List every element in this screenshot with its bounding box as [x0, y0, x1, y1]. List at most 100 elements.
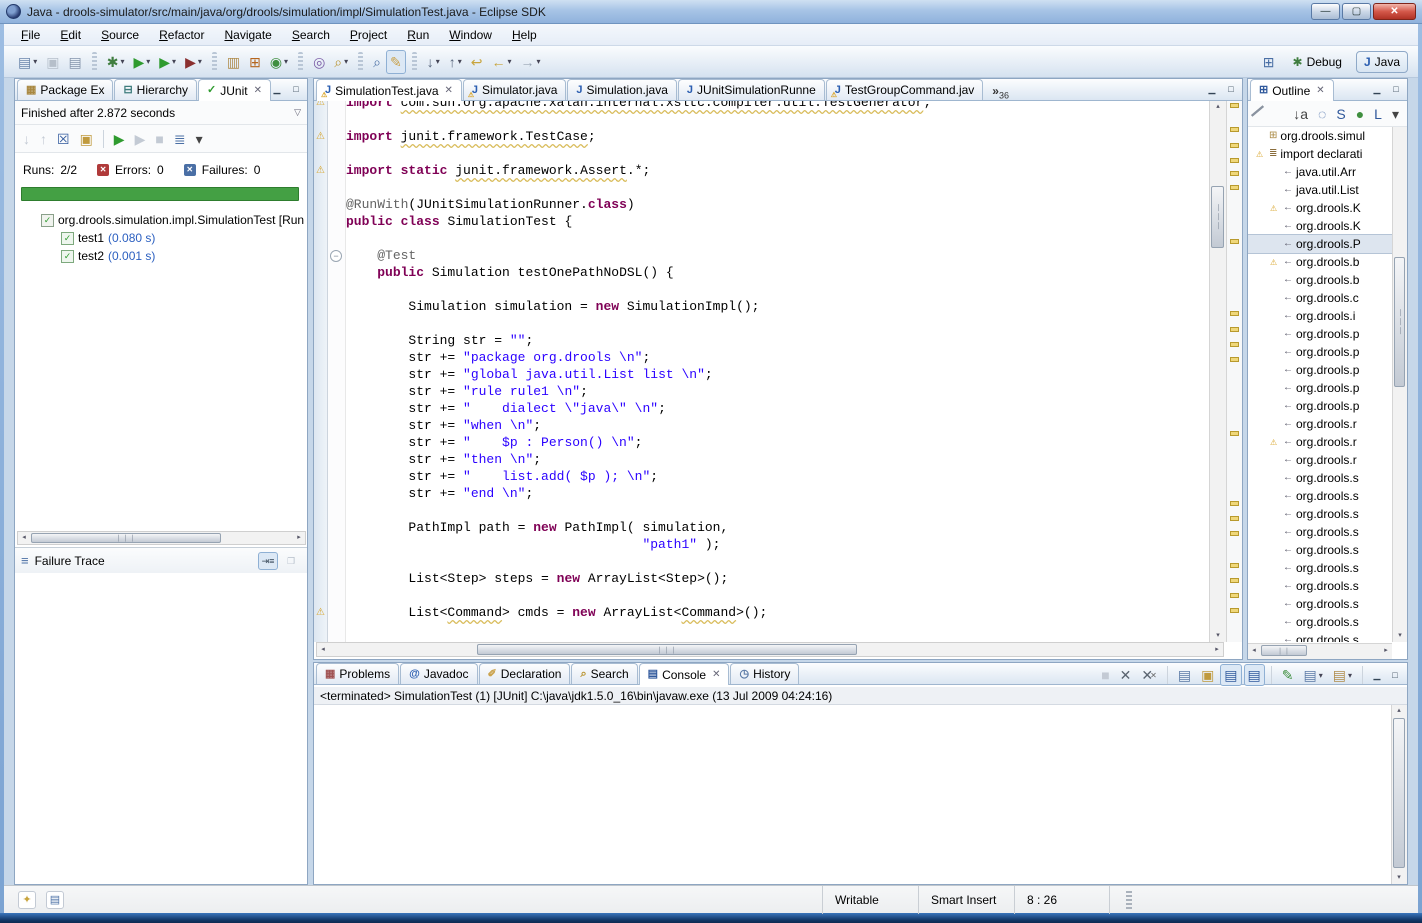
code-line[interactable]: @RunWith(JUnitSimulationRunner.class)	[346, 196, 1209, 213]
outline-item[interactable]: ←org.drools.r	[1248, 451, 1392, 469]
outline-item[interactable]: ←java.util.Arr	[1248, 163, 1392, 181]
outline-item[interactable]: ←org.drools.p	[1248, 361, 1392, 379]
new-task-icon[interactable]: ✦	[18, 891, 36, 909]
tab-console[interactable]: ▤Console✕	[639, 663, 730, 685]
dropdown-arrow-icon[interactable]: ▾	[1319, 671, 1323, 680]
scrollbar-thumb[interactable]: ❘❘❘	[1394, 257, 1405, 387]
tab-search[interactable]: ⌕Search	[571, 663, 637, 684]
tab-junit[interactable]: ✓JUnit✕	[198, 79, 271, 101]
outline-item[interactable]: ←org.drools.s	[1248, 469, 1392, 487]
scroll-right-icon[interactable]: ▸	[1380, 645, 1392, 657]
scroll-down-icon[interactable]: ▾	[1394, 630, 1406, 642]
warning-overview-mark[interactable]	[1230, 158, 1239, 163]
menu-project[interactable]: Project	[341, 26, 396, 44]
scroll-left-icon[interactable]: ◂	[18, 532, 30, 544]
dropdown-arrow-icon[interactable]: ▾	[120, 57, 124, 66]
warning-marker-icon[interactable]: ⚠	[314, 607, 327, 618]
outline-item[interactable]: ←org.drools.s	[1248, 541, 1392, 559]
next-annotation-button[interactable]: ↓▾	[423, 50, 444, 74]
warning-overview-mark[interactable]	[1230, 342, 1239, 347]
more-tabs-chevron[interactable]: »36	[992, 84, 1009, 100]
tab-hierarchy[interactable]: ⊟Hierarchy	[114, 79, 197, 100]
warning-overview-mark[interactable]	[1230, 531, 1239, 536]
remove-all-terminated-button[interactable]: ✕✕	[1137, 664, 1160, 686]
maximize-view-icon[interactable]: □	[1388, 82, 1404, 96]
dropdown-arrow-icon[interactable]: ▾	[537, 57, 541, 66]
code-line[interactable]: str += "then \n";	[346, 451, 1209, 468]
code-line[interactable]: str += "package org.drools \n";	[346, 349, 1209, 366]
code-line[interactable]	[346, 145, 1209, 162]
outline-item[interactable]: ←org.drools.K	[1248, 217, 1392, 235]
scroll-right-icon[interactable]: ▸	[293, 532, 305, 544]
code-line[interactable]: str += "when \n";	[346, 417, 1209, 434]
minimize-view-icon[interactable]: ▁	[1204, 82, 1220, 96]
outline-item[interactable]: ←org.drools.p	[1248, 325, 1392, 343]
rerun-test-button[interactable]: ▶	[110, 128, 129, 150]
console-vscrollbar[interactable]: ▴ ▾	[1391, 705, 1407, 884]
outline-view-menu-button[interactable]: ▾	[1388, 103, 1403, 125]
outline-item[interactable]: ←org.drools.s	[1248, 559, 1392, 577]
last-edit-location-button[interactable]: ↩	[467, 50, 487, 74]
code-line[interactable]	[346, 179, 1209, 196]
folding-gutter[interactable]: −	[328, 101, 346, 642]
code-line[interactable]	[346, 502, 1209, 519]
dropdown-arrow-icon[interactable]: ▾	[1348, 671, 1352, 680]
code-line[interactable]: str += " $p : Person() \n";	[346, 434, 1209, 451]
outline-item[interactable]: ←org.drools.s	[1248, 595, 1392, 613]
show-failures-only-button[interactable]: ☒	[53, 128, 74, 150]
open-type-button[interactable]: ◎	[309, 50, 329, 74]
code-line[interactable]: @Test	[346, 247, 1209, 264]
open-console-button[interactable]: ▤▾	[1329, 664, 1356, 686]
menu-edit[interactable]: Edit	[51, 26, 90, 44]
editor-hscrollbar[interactable]: ◂ ▸ ❘❘❘	[316, 642, 1224, 657]
junit-tree-hscrollbar[interactable]: ◂ ▸ ❘❘❘	[17, 531, 306, 545]
outline-item[interactable]: ←org.drools.s	[1248, 487, 1392, 505]
code-line[interactable]: str += "rule rule1 \n";	[346, 383, 1209, 400]
close-icon[interactable]: ✕	[445, 85, 453, 96]
menu-window[interactable]: Window	[440, 26, 501, 44]
outline-item[interactable]: ←org.drools.s	[1248, 631, 1392, 642]
outline-item[interactable]: ←org.drools.p	[1248, 397, 1392, 415]
mark-occurrences-button[interactable]: ✎	[386, 50, 406, 74]
back-button[interactable]: ←▾	[487, 50, 515, 74]
warning-overview-mark[interactable]	[1230, 171, 1239, 176]
show-on-stdout-button[interactable]: ▤	[1220, 664, 1241, 686]
close-icon[interactable]: ✕	[1316, 85, 1324, 96]
external-tools-button[interactable]: ▶▾	[181, 50, 206, 74]
outline-item[interactable]: ←org.drools.b	[1248, 271, 1392, 289]
warning-overview-mark[interactable]	[1230, 431, 1239, 436]
outline-item[interactable]: ⚠←org.drools.r	[1248, 433, 1392, 451]
open-type-hierarchy-button[interactable]: ⌕	[369, 50, 385, 74]
test-row[interactable]: ✓test2(0.001 s)	[15, 247, 307, 265]
warning-overview-mark[interactable]	[1230, 563, 1239, 568]
code-line[interactable]	[346, 111, 1209, 128]
java-perspective-button[interactable]: J Java	[1356, 51, 1408, 73]
test-suite-row[interactable]: ✓org.drools.simulation.impl.SimulationTe…	[15, 211, 307, 229]
menu-refactor[interactable]: Refactor	[150, 26, 213, 44]
hide-static-members-button[interactable]: S	[1332, 103, 1349, 125]
scroll-right-icon[interactable]: ▸	[1211, 644, 1223, 656]
new-wizard-button[interactable]: ▤▾	[14, 50, 41, 74]
tab-simulationtest-java[interactable]: J⚠SimulationTest.java✕	[316, 79, 462, 101]
menu-file[interactable]: File	[12, 26, 49, 44]
sort-button[interactable]: ↓a	[1289, 103, 1312, 125]
usage-monitor-icon[interactable]: ▤	[46, 891, 64, 909]
close-icon[interactable]: ✕	[712, 669, 720, 680]
minimize-view-icon[interactable]: ▁	[269, 82, 285, 96]
dropdown-arrow-icon[interactable]: ▾	[284, 57, 288, 66]
code-line[interactable]: "path1" );	[346, 536, 1209, 553]
scroll-left-icon[interactable]: ◂	[317, 644, 329, 656]
outline-item[interactable]: ←org.drools.s	[1248, 523, 1392, 541]
code-editor[interactable]: ⚠⚠⚠⚠ − import com.sun.org.apache.xalan.i…	[314, 101, 1242, 642]
minimize-window-button[interactable]: —	[1311, 3, 1340, 20]
dropdown-arrow-icon[interactable]: ▾	[344, 57, 348, 66]
warning-overview-mark[interactable]	[1230, 593, 1239, 598]
warning-marker-icon[interactable]: ⚠	[314, 101, 327, 108]
forward-button[interactable]: →▾	[517, 50, 545, 74]
tab-outline[interactable]: ⊞ Outline ✕	[1250, 79, 1334, 101]
code-line[interactable]	[346, 553, 1209, 570]
close-window-button[interactable]: ✕	[1373, 3, 1416, 20]
outline-hscrollbar[interactable]: ◂ ▸ ❘❘	[1248, 643, 1392, 659]
code-line[interactable]: str += "end \n";	[346, 485, 1209, 502]
code-line[interactable]: str += "global java.util.List list \n";	[346, 366, 1209, 383]
